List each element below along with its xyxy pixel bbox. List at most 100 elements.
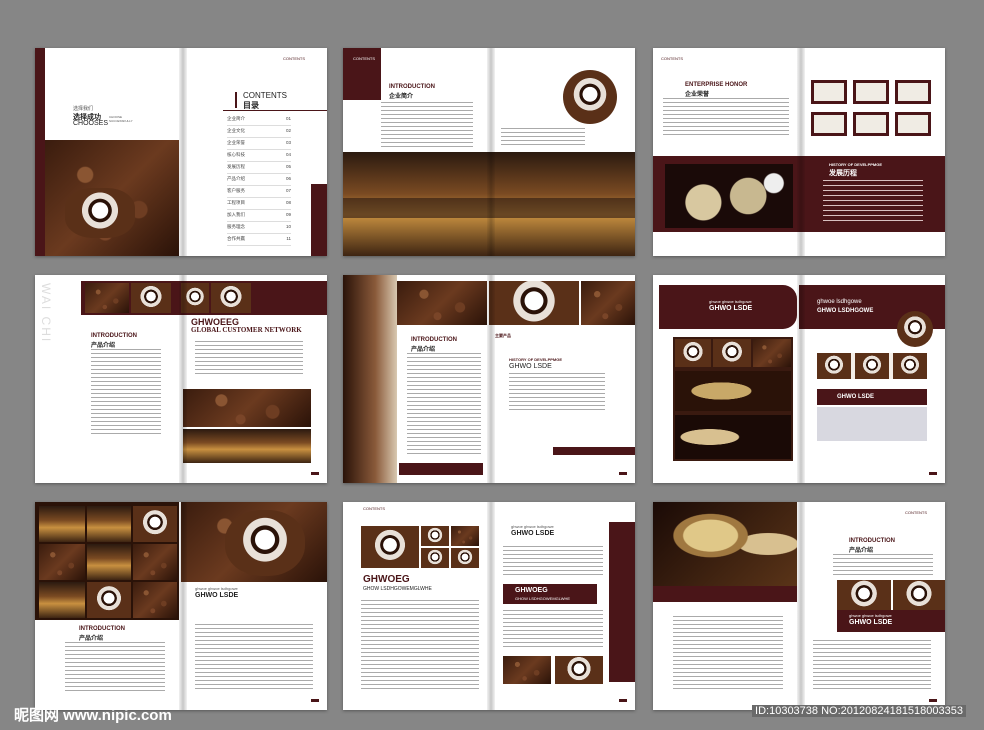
cup-photo bbox=[65, 188, 135, 238]
products-photo bbox=[665, 164, 793, 228]
cup-photo bbox=[893, 353, 927, 379]
ghwo-title: GHWO LSDE bbox=[849, 619, 893, 626]
contents-bar bbox=[235, 92, 237, 108]
toc-item[interactable]: 核心科技 04 bbox=[227, 150, 291, 162]
certificate bbox=[853, 80, 889, 104]
spread-products: INTRODUCTION 产品介绍 主要产品 HISTORY OF DEVELP… bbox=[343, 275, 635, 483]
page-number bbox=[311, 699, 319, 702]
spread-product-detail: CONTENTS INTRODUCTION 产品介绍 ghwoe ghwoe l… bbox=[653, 502, 945, 710]
left-text bbox=[361, 600, 479, 690]
toc-page: 10 bbox=[285, 224, 291, 229]
ghwoeg-title: GHWOEG bbox=[363, 574, 410, 585]
right-text bbox=[501, 128, 585, 148]
network-text bbox=[195, 341, 303, 377]
honor-title: ENTERPRISE HONOR bbox=[685, 82, 748, 88]
toc-item[interactable]: 合作共赢 11 bbox=[227, 234, 291, 246]
intro-text bbox=[833, 554, 933, 576]
intro-cn: 产品介绍 bbox=[79, 636, 104, 642]
intro-title: INTRODUCTION bbox=[389, 84, 435, 90]
contents-title: CONTENTS bbox=[243, 91, 287, 100]
left-photo bbox=[343, 275, 397, 483]
intro-cn: 产品介绍 bbox=[849, 548, 874, 554]
toc-label: 企业简介 bbox=[227, 116, 245, 121]
right-text bbox=[195, 624, 313, 690]
collage-grid bbox=[35, 502, 179, 620]
toc-item[interactable]: 客户服务 07 bbox=[227, 186, 291, 198]
intro-text bbox=[407, 353, 481, 457]
beans-photo bbox=[133, 582, 177, 618]
choose-en: CHOOSES bbox=[73, 120, 109, 127]
toc-label: 产品介绍 bbox=[227, 176, 245, 181]
network-2: GLOBAL CUSTOMER NETWORK bbox=[191, 326, 302, 334]
page-number bbox=[311, 472, 319, 475]
right-text-2 bbox=[503, 610, 603, 650]
toc-page: 05 bbox=[285, 164, 291, 169]
watermark-left: 昵图网 www.nipic.com bbox=[14, 707, 172, 724]
toc-item[interactable]: 加入我们 09 bbox=[227, 210, 291, 222]
certificate bbox=[853, 112, 889, 136]
small-title: ghwoe ghwoe lsdhgowe bbox=[849, 613, 892, 618]
ghwo-bottom: GHWO LSDE bbox=[837, 394, 874, 400]
spread-product-collage: INTRODUCTION 产品介绍 ghwoe ghwoe lsdhgowe G… bbox=[35, 502, 327, 710]
ghwo-title: GHWO LSDE bbox=[509, 363, 552, 370]
toc-label: 企业荣誉 bbox=[227, 140, 245, 145]
intro-title: INTRODUCTION bbox=[91, 333, 137, 339]
certificate bbox=[895, 112, 931, 136]
cup-photo bbox=[675, 339, 711, 367]
product-photo bbox=[675, 371, 791, 411]
beans-photo bbox=[451, 526, 479, 546]
cafe-photo bbox=[87, 544, 131, 580]
right-bottom-band bbox=[553, 447, 635, 455]
cup-photo bbox=[361, 526, 419, 568]
intro-text bbox=[91, 349, 161, 435]
toc-label: 核心科技 bbox=[227, 152, 245, 157]
cup-strip bbox=[837, 580, 945, 610]
cafe-counter bbox=[343, 198, 635, 218]
toc-label: 合作共赢 bbox=[227, 236, 245, 241]
spread-introduction: CONTENTS INTRODUCTION 企业简介 bbox=[343, 48, 635, 256]
history-lines bbox=[823, 180, 923, 224]
page-number bbox=[929, 472, 937, 475]
spread-product-intro: WAI CHI INTRODUCTION 产品介绍 GHWOEEG GLOBAL… bbox=[35, 275, 327, 483]
intro-text bbox=[381, 102, 473, 148]
beans-photo bbox=[85, 283, 129, 313]
box-title: GHWOEG bbox=[515, 587, 548, 594]
top-beans-photo bbox=[397, 281, 487, 325]
product-cn: 主要产品 bbox=[495, 333, 511, 338]
toc-item[interactable]: 企业简介 01 bbox=[227, 114, 291, 126]
spread-ghwoeg: CONTENTS GHWOEG GHOW LSDHGOWEMGLWHE ghwo… bbox=[343, 502, 635, 710]
toc-item[interactable]: 产品介绍 06 bbox=[227, 174, 291, 186]
photo-grid bbox=[361, 526, 479, 568]
toc-page: 06 bbox=[285, 176, 291, 181]
collage bbox=[673, 337, 793, 461]
vertical-title: WAI CHI bbox=[39, 283, 53, 383]
beans-photo bbox=[39, 544, 85, 580]
toc-item[interactable]: 企业文化 02 bbox=[227, 126, 291, 138]
corner-label: CONTENTS bbox=[353, 56, 375, 61]
certificate bbox=[895, 80, 931, 104]
cup-photo bbox=[211, 283, 251, 313]
cup-photo bbox=[133, 506, 177, 542]
toc-item[interactable]: 企业荣誉 03 bbox=[227, 138, 291, 150]
cup-strip bbox=[817, 353, 927, 379]
small-title-2: ghwoe lsdhgowe bbox=[817, 299, 862, 305]
cup-photo bbox=[421, 526, 449, 546]
toc-page: 04 bbox=[285, 152, 291, 157]
cup-photo bbox=[421, 548, 449, 568]
coffee-cup-circle bbox=[563, 70, 617, 124]
ghwo-title: GHWO LSDE bbox=[709, 305, 753, 312]
toc-item[interactable]: 工程项目 08 bbox=[227, 198, 291, 210]
cafe-photo bbox=[39, 582, 85, 618]
toc-page: 07 bbox=[285, 188, 291, 193]
intro-cn: 产品介绍 bbox=[411, 347, 436, 353]
right-strip bbox=[609, 522, 635, 682]
toc-page: 08 bbox=[285, 200, 291, 205]
toc-list: 企业简介 01 企业文化 02 企业荣誉 03 核心科技 04 发展历程 05 产品介绍 06 客户服务… bbox=[227, 114, 291, 246]
choose-small: CHOOSE SUCCESSFULLY bbox=[109, 115, 133, 123]
toc-item[interactable]: 服务理念 10 bbox=[227, 222, 291, 234]
cafe-photo bbox=[39, 506, 85, 542]
toc-item[interactable]: 发展历程 05 bbox=[227, 162, 291, 174]
bottom-bar bbox=[399, 463, 483, 475]
hero-cup bbox=[225, 510, 305, 576]
contents-divider bbox=[223, 110, 327, 111]
